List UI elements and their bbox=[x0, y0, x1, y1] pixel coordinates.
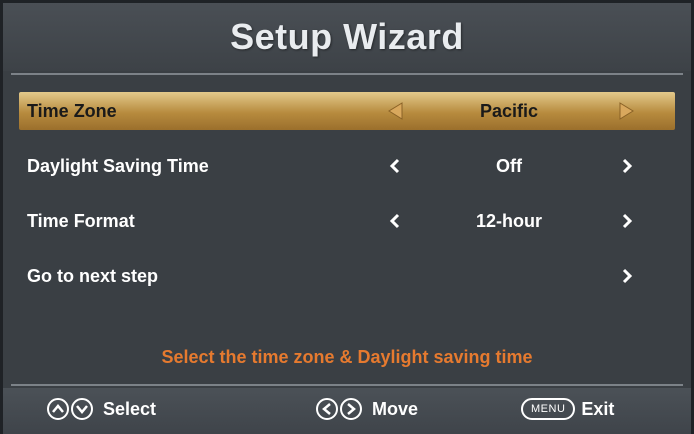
hint-text: Select the time zone & Daylight saving t… bbox=[161, 347, 533, 367]
chevron-left-icon[interactable] bbox=[385, 156, 405, 176]
row-time-format[interactable]: Time Format 12-hour bbox=[19, 202, 675, 240]
chevron-left-icon[interactable] bbox=[385, 211, 405, 231]
settings-list: Time Zone Pacific Daylight Saving Time O… bbox=[19, 92, 675, 312]
footer-exit: MENU Exit bbox=[521, 398, 614, 420]
chevron-right-icon[interactable] bbox=[617, 156, 637, 176]
left-arrow-icon bbox=[316, 398, 338, 420]
row-time-zone[interactable]: Time Zone Pacific bbox=[19, 92, 675, 130]
row-label: Time Zone bbox=[27, 100, 117, 121]
footer-exit-label: Exit bbox=[581, 398, 615, 419]
footer-select-label: Select bbox=[103, 398, 157, 419]
row-label: Daylight Saving Time bbox=[27, 155, 209, 176]
row-value: 12-hour bbox=[475, 210, 542, 231]
chevron-right-icon[interactable] bbox=[617, 211, 637, 231]
header: Setup Wizard bbox=[3, 3, 691, 71]
footer-select: Select bbox=[47, 398, 156, 420]
divider bbox=[11, 384, 683, 386]
row-go-to-next-step[interactable]: Go to next step bbox=[19, 257, 675, 295]
setup-wizard-screen: Setup Wizard Time Zone Pacific Daylight … bbox=[0, 0, 694, 434]
row-value: Off bbox=[496, 155, 522, 176]
row-label: Time Format bbox=[27, 210, 135, 231]
up-arrow-icon bbox=[47, 398, 69, 420]
page-title: Setup Wizard bbox=[230, 16, 464, 57]
divider bbox=[11, 73, 683, 75]
row-daylight-saving-time[interactable]: Daylight Saving Time Off bbox=[19, 147, 675, 185]
row-label: Go to next step bbox=[27, 265, 159, 286]
right-triangle-icon[interactable] bbox=[617, 101, 637, 121]
left-triangle-icon[interactable] bbox=[385, 101, 405, 121]
down-arrow-icon bbox=[71, 398, 93, 420]
right-arrow-icon bbox=[340, 398, 362, 420]
footer-move-label: Move bbox=[372, 398, 419, 419]
menu-key-icon: MENU bbox=[521, 398, 576, 420]
footer-bar: Select Move MENU Exit bbox=[3, 388, 691, 434]
chevron-right-icon[interactable] bbox=[617, 266, 637, 286]
footer-move: Move bbox=[316, 398, 418, 420]
row-value: Pacific bbox=[479, 100, 539, 121]
